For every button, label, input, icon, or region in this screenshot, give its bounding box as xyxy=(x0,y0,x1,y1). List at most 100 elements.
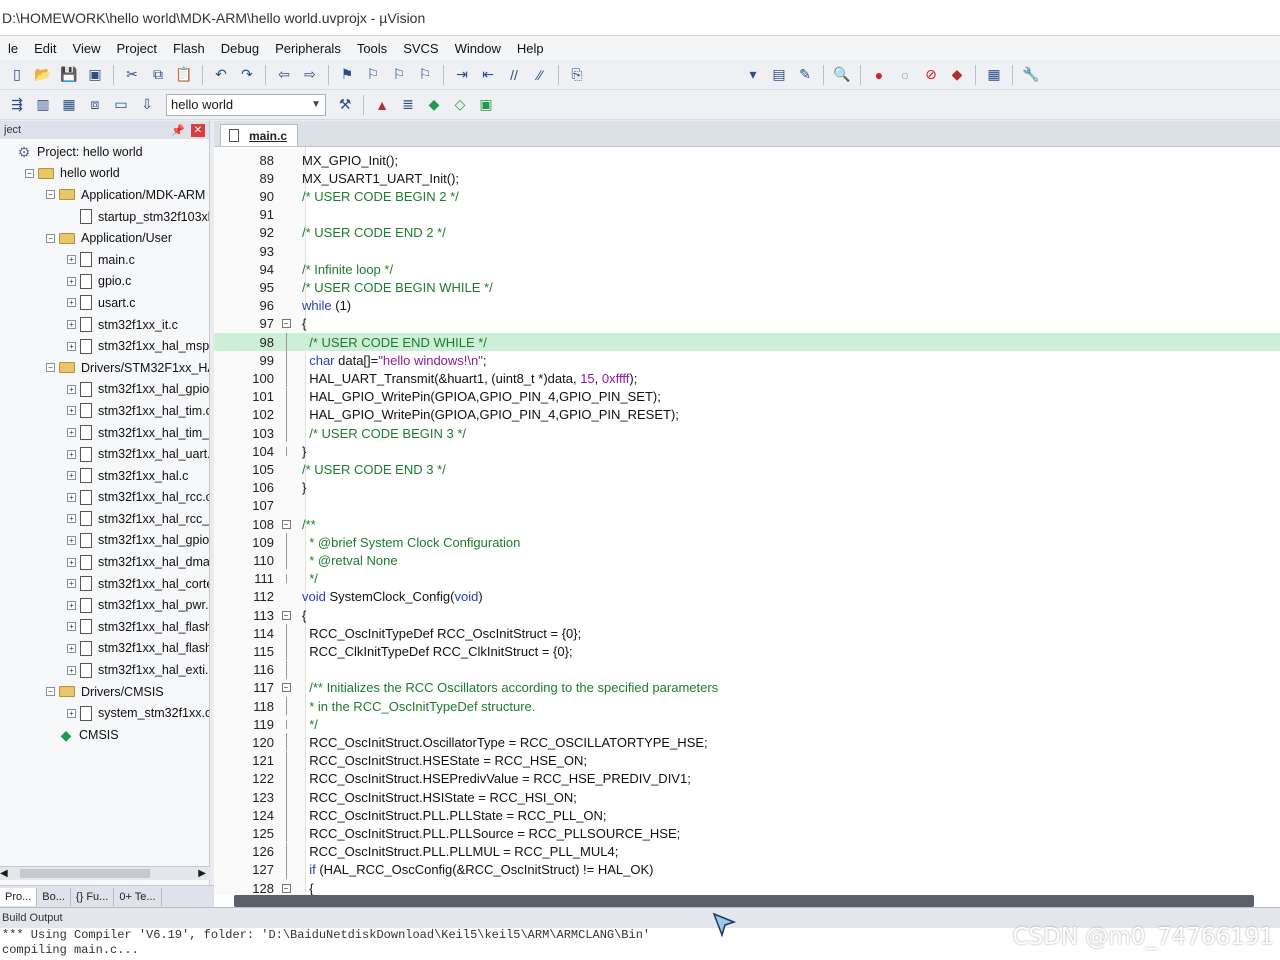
tree-item[interactable]: + stm32f1xx_hal_gpio_ xyxy=(0,379,209,401)
tree-item[interactable]: ⚙ Project: hello world xyxy=(0,141,209,163)
indent-icon[interactable]: ⇥ xyxy=(451,65,473,85)
copy-icon[interactable]: ⧉ xyxy=(147,65,169,85)
menu-item-debug[interactable]: Debug xyxy=(213,41,267,56)
editor-horizontal-scrollbar[interactable] xyxy=(234,895,1254,907)
tree-item[interactable]: − hello world xyxy=(0,163,209,185)
expand-icon[interactable]: + xyxy=(67,341,76,351)
tree-item[interactable]: + stm32f1xx_hal_flash_ xyxy=(0,638,209,660)
tree-item[interactable]: + gpio.c xyxy=(0,271,209,293)
target-select[interactable]: hello world ▼ xyxy=(166,93,326,116)
save-all-icon[interactable]: ▣ xyxy=(84,65,106,85)
tree-item[interactable]: − Application/User xyxy=(0,227,209,249)
find-in-files-icon[interactable]: ⎘ xyxy=(566,65,588,85)
tree-item[interactable]: + stm32f1xx_hal_flash. xyxy=(0,616,209,638)
panel-tab[interactable]: Bo... xyxy=(37,887,71,906)
project-panel-scrollbar[interactable]: ◀ ▶ xyxy=(0,866,210,880)
expand-icon[interactable]: + xyxy=(67,535,76,545)
menu-item-peripherals[interactable]: Peripherals xyxy=(267,41,349,56)
expand-icon[interactable]: + xyxy=(67,514,76,524)
tree-item[interactable]: + stm32f1xx_hal_tim_e xyxy=(0,422,209,444)
scroll-right-icon[interactable]: ▶ xyxy=(198,868,206,879)
translate-icon[interactable]: ⇶ xyxy=(6,95,28,115)
breakpoint-options-icon[interactable]: ◆ xyxy=(946,65,968,85)
expand-icon[interactable]: + xyxy=(67,320,76,330)
expand-icon[interactable]: + xyxy=(67,622,76,632)
menu-item-flash[interactable]: Flash xyxy=(165,41,213,56)
expand-icon[interactable]: + xyxy=(67,579,76,589)
expand-icon[interactable]: + xyxy=(67,298,76,308)
cut-icon[interactable]: ✂ xyxy=(121,65,143,85)
tree-item[interactable]: + stm32f1xx_hal.c xyxy=(0,465,209,487)
pin-icon[interactable]: 📌 xyxy=(171,124,185,137)
disable-breakpoint-icon[interactable]: ○ xyxy=(894,65,916,85)
fold-toggle-icon[interactable]: − xyxy=(280,319,292,329)
panel-tab[interactable]: 0+ Te... xyxy=(114,887,162,906)
collapse-icon[interactable]: − xyxy=(46,687,55,697)
code-area[interactable]: 88 MX_GPIO_Init(); 89 MX_USART1_UART_Init()… xyxy=(214,147,1280,895)
select-packs-icon[interactable]: ◇ xyxy=(449,95,471,115)
collapse-icon[interactable]: − xyxy=(46,233,55,243)
tree-item[interactable]: + usart.c xyxy=(0,292,209,314)
stop-build-icon[interactable]: ▭ xyxy=(110,95,132,115)
expand-icon[interactable]: + xyxy=(67,406,76,416)
tree-item[interactable]: + stm32f1xx_hal_exti.c xyxy=(0,659,209,681)
next-bookmark-icon[interactable]: ⚐ xyxy=(388,65,410,85)
unindent-icon[interactable]: ⇤ xyxy=(477,65,499,85)
nav-back-icon[interactable]: ⇦ xyxy=(273,65,295,85)
tree-item[interactable]: + stm32f1xx_hal_rcc.c xyxy=(0,487,209,509)
open-folder-icon[interactable]: 📂 xyxy=(32,65,54,85)
redo-icon[interactable]: ↷ xyxy=(236,65,258,85)
tree-item[interactable]: − Drivers/STM32F1xx_HAL xyxy=(0,357,209,379)
tree-item[interactable]: startup_stm32f103xb xyxy=(0,206,209,228)
close-icon[interactable]: ✕ xyxy=(191,123,205,137)
tree-item[interactable]: + stm32f1xx_hal_tim.c xyxy=(0,400,209,422)
scroll-left-icon[interactable]: ◀ xyxy=(0,868,8,879)
find-icon[interactable]: ▤ xyxy=(768,65,790,85)
fold-toggle-icon[interactable]: − xyxy=(280,883,292,893)
fold-toggle-icon[interactable]: − xyxy=(280,610,292,620)
fold-toggle-icon[interactable]: − xyxy=(280,519,292,529)
incremental-find-icon[interactable]: ✎ xyxy=(794,65,816,85)
collapse-icon[interactable]: − xyxy=(46,363,55,373)
tree-item[interactable]: ◆ CMSIS xyxy=(0,724,209,746)
undo-icon[interactable]: ↶ xyxy=(210,65,232,85)
menu-item-window[interactable]: Window xyxy=(447,41,509,56)
tree-item[interactable]: + stm32f1xx_hal_corte xyxy=(0,573,209,595)
window-layout-icon[interactable]: ▦ xyxy=(983,65,1005,85)
expand-icon[interactable]: + xyxy=(67,471,76,481)
collapse-icon[interactable]: − xyxy=(25,168,34,178)
rebuild-icon[interactable]: ▦ xyxy=(58,95,80,115)
expand-icon[interactable]: + xyxy=(67,600,76,610)
new-file-icon[interactable]: ▯ xyxy=(6,65,28,85)
tree-item[interactable]: + stm32f1xx_it.c xyxy=(0,314,209,336)
tree-item[interactable]: + stm32f1xx_hal_pwr.c xyxy=(0,594,209,616)
tree-item[interactable]: − Drivers/CMSIS xyxy=(0,681,209,703)
collapse-icon[interactable]: − xyxy=(46,190,55,200)
comment-icon[interactable]: // xyxy=(503,65,525,85)
uncomment-icon[interactable]: ⁄⁄ xyxy=(529,65,551,85)
bookmark-icon[interactable]: ⚑ xyxy=(336,65,358,85)
expand-icon[interactable]: + xyxy=(67,255,76,265)
tree-item[interactable]: + stm32f1xx_hal_msp.c xyxy=(0,335,209,357)
menu-item-view[interactable]: View xyxy=(65,41,109,56)
download-icon[interactable]: ⇩ xyxy=(136,95,158,115)
save-icon[interactable]: 💾 xyxy=(58,65,80,85)
prev-bookmark-icon[interactable]: ⚐ xyxy=(362,65,384,85)
file-extensions-icon[interactable]: ≣ xyxy=(397,95,419,115)
editor-tab-main-c[interactable]: main.c xyxy=(220,124,299,146)
tree-item[interactable]: + system_stm32f1xx.c xyxy=(0,702,209,724)
menu-item-project[interactable]: Project xyxy=(108,41,164,56)
scrollbar-thumb[interactable] xyxy=(19,869,150,878)
kill-breakpoints-icon[interactable]: ⊘ xyxy=(920,65,942,85)
menu-item-tools[interactable]: Tools xyxy=(349,41,395,56)
expand-icon[interactable]: + xyxy=(67,665,76,675)
menu-item-svcs[interactable]: SVCS xyxy=(395,41,446,56)
panel-tab[interactable]: {} Fu... xyxy=(71,887,115,906)
pack-installer-icon[interactable]: ▣ xyxy=(475,95,497,115)
expand-icon[interactable]: + xyxy=(67,384,76,394)
debug-session-icon[interactable]: 🔍 xyxy=(831,65,853,85)
panel-tab[interactable]: Pro... xyxy=(0,887,38,906)
tree-item[interactable]: + stm32f1xx_hal_rcc_e: xyxy=(0,508,209,530)
clear-bookmarks-icon[interactable]: ⚐ xyxy=(414,65,436,85)
tree-item[interactable]: − Application/MDK-ARM xyxy=(0,184,209,206)
